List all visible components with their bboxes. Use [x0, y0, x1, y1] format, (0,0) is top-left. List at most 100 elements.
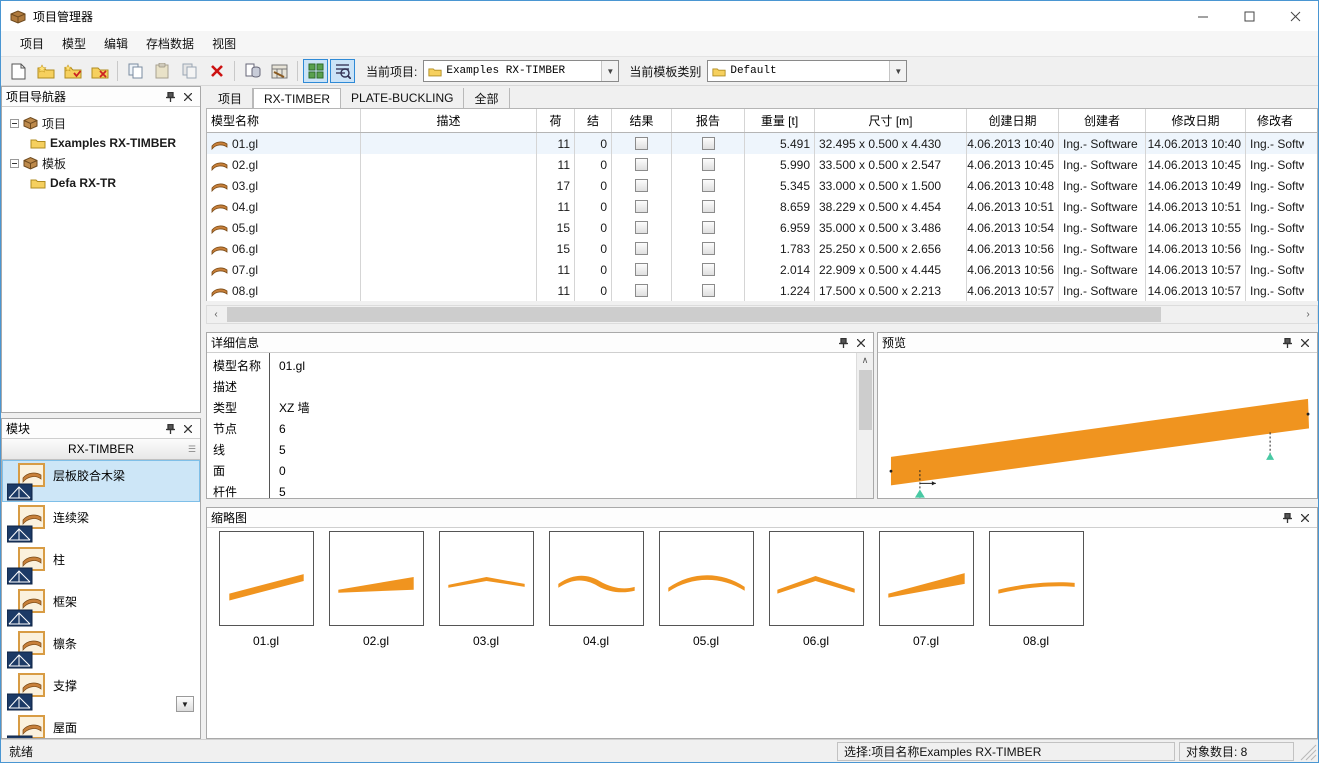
pin-icon[interactable]: [162, 90, 178, 104]
menu-item-1[interactable]: 模型: [53, 31, 95, 56]
results-checkbox[interactable]: [635, 221, 648, 234]
chevron-down-icon[interactable]: ▼: [601, 61, 618, 81]
tab-项目[interactable]: 项目: [208, 88, 253, 108]
column-header-5[interactable]: 报告: [672, 109, 745, 132]
delete-button[interactable]: [204, 59, 229, 83]
copy-model-button[interactable]: [177, 59, 202, 83]
results-checkbox[interactable]: [635, 179, 648, 192]
horizontal-scrollbar[interactable]: ‹ ›: [206, 305, 1318, 324]
maximize-button[interactable]: [1226, 1, 1272, 31]
view-details-toggle[interactable]: [330, 59, 355, 83]
menu-item-3[interactable]: 存档数据: [137, 31, 203, 56]
results-checkbox[interactable]: [635, 137, 648, 150]
tab-全部[interactable]: 全部: [464, 88, 509, 108]
tree-item-default-template[interactable]: Defa RX-TR: [4, 173, 198, 193]
report-checkbox[interactable]: [702, 284, 715, 297]
thumbnail-06-gl[interactable]: 06.gl: [761, 531, 871, 648]
results-checkbox[interactable]: [635, 200, 648, 213]
column-header-0[interactable]: 模型名称ˆ: [207, 109, 361, 132]
tree-item-examples-rx-timber[interactable]: Examples RX-TIMBER: [4, 133, 198, 153]
current-project-combobox[interactable]: Examples RX-TIMBER ▼: [423, 60, 619, 82]
report-checkbox[interactable]: [702, 137, 715, 150]
collapse-icon[interactable]: [10, 159, 19, 168]
table-row[interactable]: 02.gl1105.99033.500 x 0.500 x 2.54714.06…: [207, 154, 1317, 175]
column-header-6[interactable]: 重量 [t]: [745, 109, 815, 132]
scroll-up-icon[interactable]: ∧: [857, 353, 873, 368]
table-row[interactable]: 04.gl1108.65938.229 x 0.500 x 4.45414.06…: [207, 196, 1317, 217]
pin-icon[interactable]: [1279, 511, 1295, 525]
module-item-0[interactable]: 层板胶合木梁: [2, 460, 200, 502]
splitter[interactable]: [206, 499, 1318, 507]
resize-grip[interactable]: [1298, 742, 1318, 762]
column-header-11[interactable]: 修改者: [1246, 109, 1304, 132]
thumbnail-05-gl[interactable]: 05.gl: [651, 531, 761, 648]
thumbnail-08-gl[interactable]: 08.gl: [981, 531, 1091, 648]
template-category-combobox[interactable]: Default ▼: [707, 60, 907, 82]
chevron-down-icon[interactable]: ▼: [889, 61, 906, 81]
import-model-button[interactable]: [240, 59, 265, 83]
new-project-button[interactable]: [60, 59, 85, 83]
report-checkbox[interactable]: [702, 179, 715, 192]
tree-node-templates[interactable]: 模板: [4, 153, 198, 173]
collapse-icon[interactable]: [10, 119, 19, 128]
module-item-1[interactable]: 连续梁: [2, 502, 200, 544]
tab-plate-buckling[interactable]: PLATE-BUCKLING: [341, 88, 464, 108]
close-button[interactable]: [1272, 1, 1318, 31]
menu-item-4[interactable]: 视图: [203, 31, 245, 56]
vertical-scrollbar[interactable]: ∧: [856, 353, 873, 498]
tab-rx-timber[interactable]: RX-TIMBER: [253, 88, 341, 108]
column-header-3[interactable]: 结: [575, 109, 612, 132]
column-header-4[interactable]: 结果: [612, 109, 672, 132]
thumbnail-04-gl[interactable]: 04.gl: [541, 531, 651, 648]
menu-item-2[interactable]: 编辑: [95, 31, 137, 56]
column-header-1[interactable]: 描述: [361, 109, 537, 132]
report-checkbox[interactable]: [702, 200, 715, 213]
minimize-button[interactable]: [1180, 1, 1226, 31]
thumbnail-01-gl[interactable]: 01.gl: [211, 531, 321, 648]
close-icon[interactable]: [1297, 336, 1313, 350]
delete-project-button[interactable]: [87, 59, 112, 83]
module-item-2[interactable]: 柱: [2, 544, 200, 586]
thumbnail-03-gl[interactable]: 03.gl: [431, 531, 541, 648]
module-item-6[interactable]: 屋面: [2, 712, 200, 738]
column-header-7[interactable]: 尺寸 [m]: [815, 109, 967, 132]
pin-icon[interactable]: [162, 422, 178, 436]
scroll-right-icon[interactable]: ›: [1299, 306, 1317, 323]
module-item-3[interactable]: 框架: [2, 586, 200, 628]
scrollbar-thumb[interactable]: [859, 370, 872, 430]
module-group-header[interactable]: RX-TIMBER ☰: [2, 439, 200, 460]
thumbnail-02-gl[interactable]: 02.gl: [321, 531, 431, 648]
view-thumbnails-toggle[interactable]: [303, 59, 328, 83]
results-checkbox[interactable]: [635, 242, 648, 255]
open-project-button[interactable]: [33, 59, 58, 83]
scroll-left-icon[interactable]: ‹: [207, 306, 225, 323]
column-header-9[interactable]: 创建者: [1059, 109, 1146, 132]
archive-table-button[interactable]: [267, 59, 292, 83]
table-row[interactable]: 01.gl1105.49132.495 x 0.500 x 4.43014.06…: [207, 133, 1317, 154]
paste-button[interactable]: [150, 59, 175, 83]
table-row[interactable]: 06.gl1501.78325.250 x 0.500 x 2.65614.06…: [207, 238, 1317, 259]
close-icon[interactable]: [853, 336, 869, 350]
module-item-5[interactable]: 支撑: [2, 670, 200, 712]
thumbnail-07-gl[interactable]: 07.gl: [871, 531, 981, 648]
close-icon[interactable]: [180, 90, 196, 104]
menu-item-0[interactable]: 项目: [11, 31, 53, 56]
new-model-button[interactable]: [6, 59, 31, 83]
close-icon[interactable]: [180, 422, 196, 436]
report-checkbox[interactable]: [702, 263, 715, 276]
pin-icon[interactable]: [1279, 336, 1295, 350]
tree-node-projects[interactable]: 项目: [4, 113, 198, 133]
results-checkbox[interactable]: [635, 284, 648, 297]
table-row[interactable]: 07.gl1102.01422.909 x 0.500 x 4.44514.06…: [207, 259, 1317, 280]
pin-icon[interactable]: [835, 336, 851, 350]
results-checkbox[interactable]: [635, 263, 648, 276]
column-header-10[interactable]: 修改日期: [1146, 109, 1246, 132]
table-row[interactable]: 08.gl1101.22417.500 x 0.500 x 2.21314.06…: [207, 280, 1317, 301]
column-header-8[interactable]: 创建日期: [967, 109, 1059, 132]
column-header-2[interactable]: 荷: [537, 109, 575, 132]
table-row[interactable]: 05.gl1506.95935.000 x 0.500 x 3.48614.06…: [207, 217, 1317, 238]
report-checkbox[interactable]: [702, 242, 715, 255]
scrollbar-thumb[interactable]: [227, 307, 1161, 322]
copy-button[interactable]: [123, 59, 148, 83]
splitter[interactable]: [206, 324, 1318, 332]
